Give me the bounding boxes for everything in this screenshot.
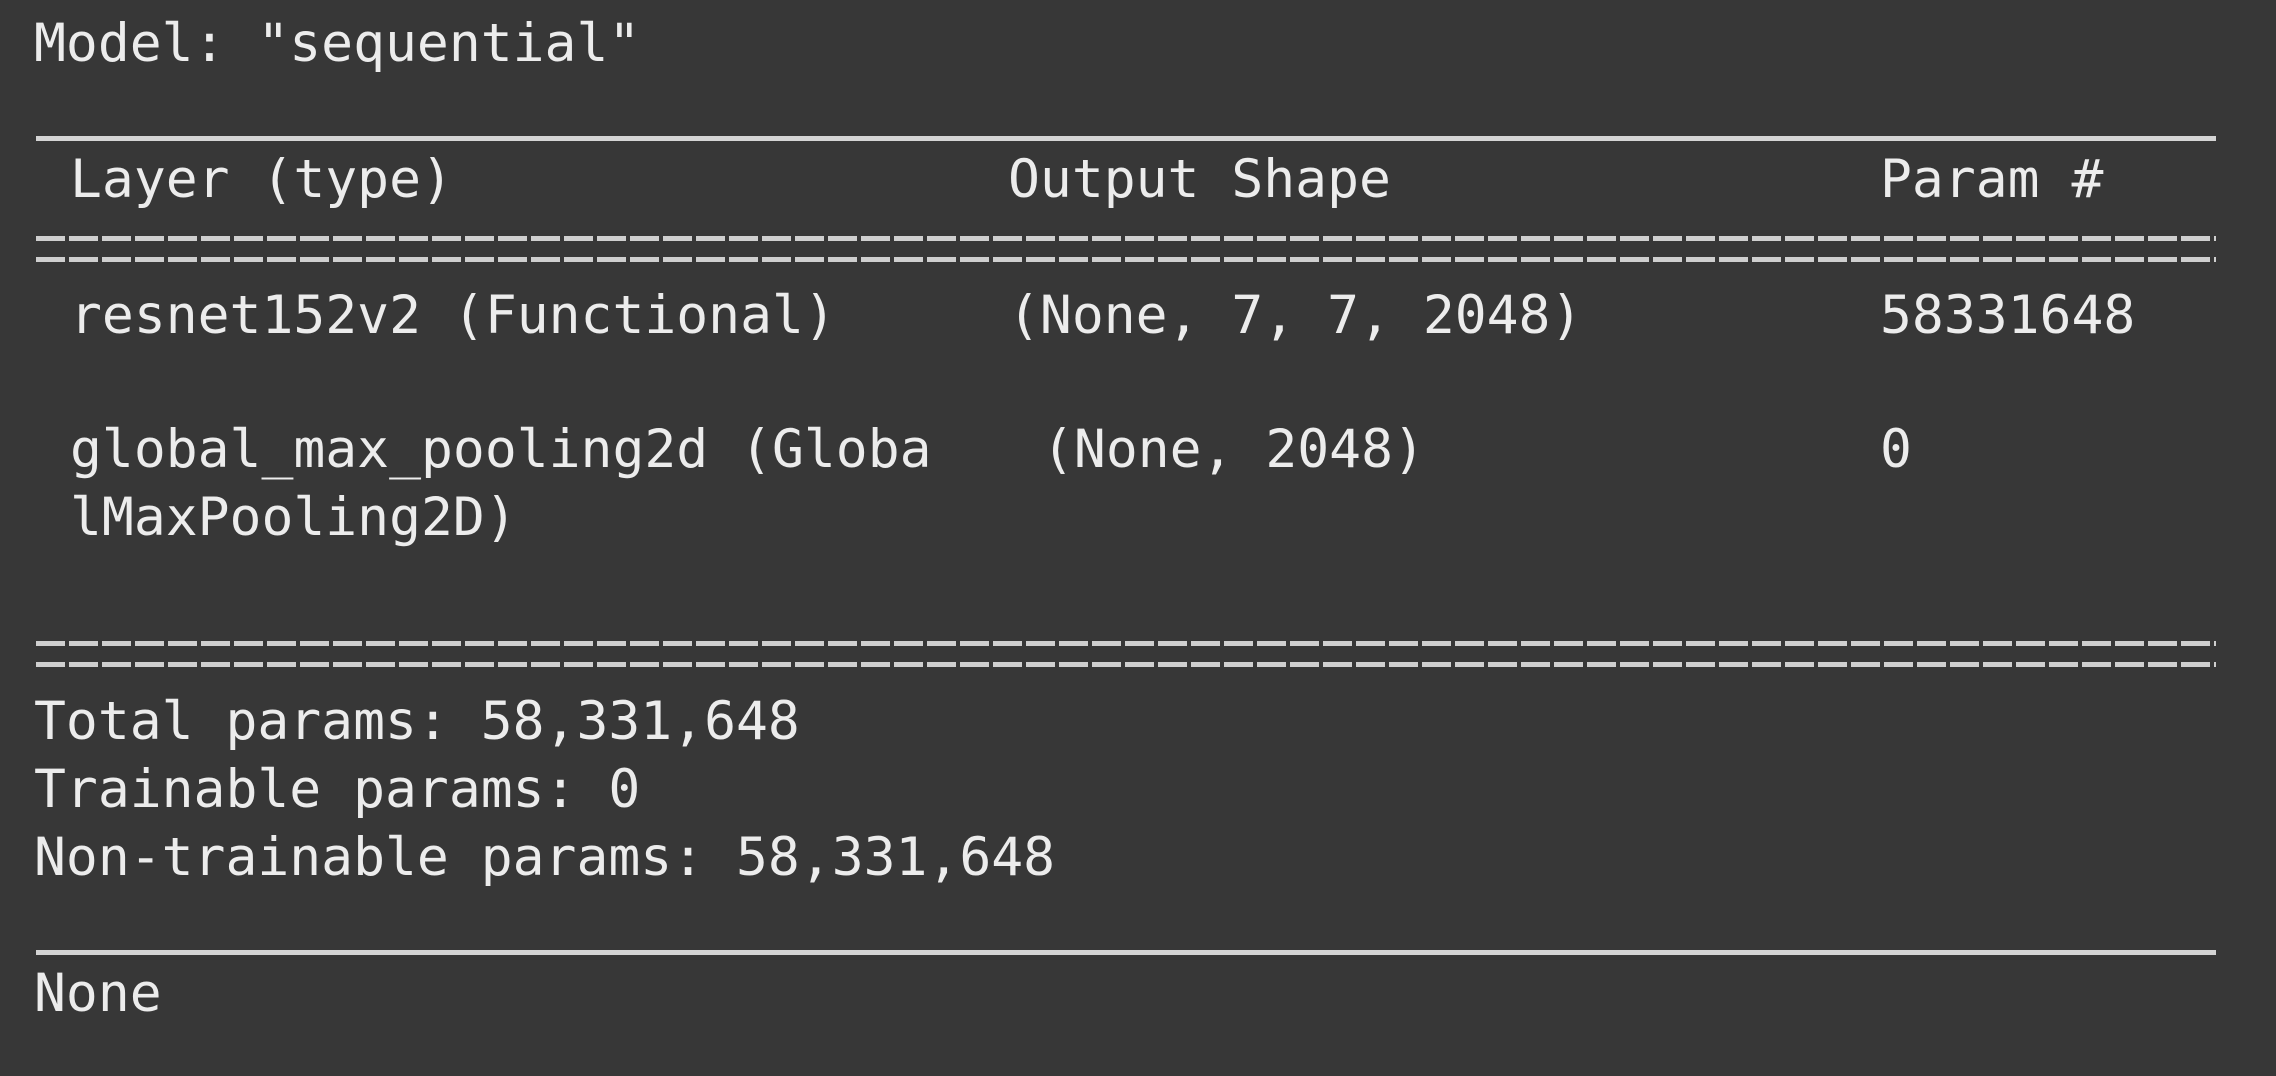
trainable-params: Trainable params: 0 — [34, 759, 641, 820]
header-output-shape: Output Shape — [1008, 149, 1391, 210]
terminal-output: Model: "sequential" Layer (type) Output … — [0, 0, 2276, 1076]
output-shape: (None, 2048) — [1042, 419, 1425, 480]
layer-name: global_max_pooling2d (Globa — [70, 419, 932, 480]
param-count: 0 — [1880, 419, 1912, 480]
param-count: 58331648 — [1880, 285, 2136, 346]
layer-name: resnet152v2 (Functional) — [70, 285, 836, 346]
output-shape: (None, 7, 7, 2048) — [1008, 285, 1583, 346]
footer-divider — [36, 641, 2216, 667]
bottom-divider — [36, 950, 2216, 955]
header-param-count: Param # — [1880, 149, 2104, 210]
header-divider — [36, 236, 2216, 262]
header-layer-type: Layer (type) — [70, 149, 453, 210]
non-trainable-params: Non-trainable params: 58,331,648 — [34, 827, 1056, 888]
total-params: Total params: 58,331,648 — [34, 691, 800, 752]
model-title: Model: "sequential" — [34, 13, 641, 74]
layer-name-continued: lMaxPooling2D) — [70, 487, 517, 548]
top-divider — [36, 136, 2216, 141]
return-value: None — [34, 963, 162, 1024]
